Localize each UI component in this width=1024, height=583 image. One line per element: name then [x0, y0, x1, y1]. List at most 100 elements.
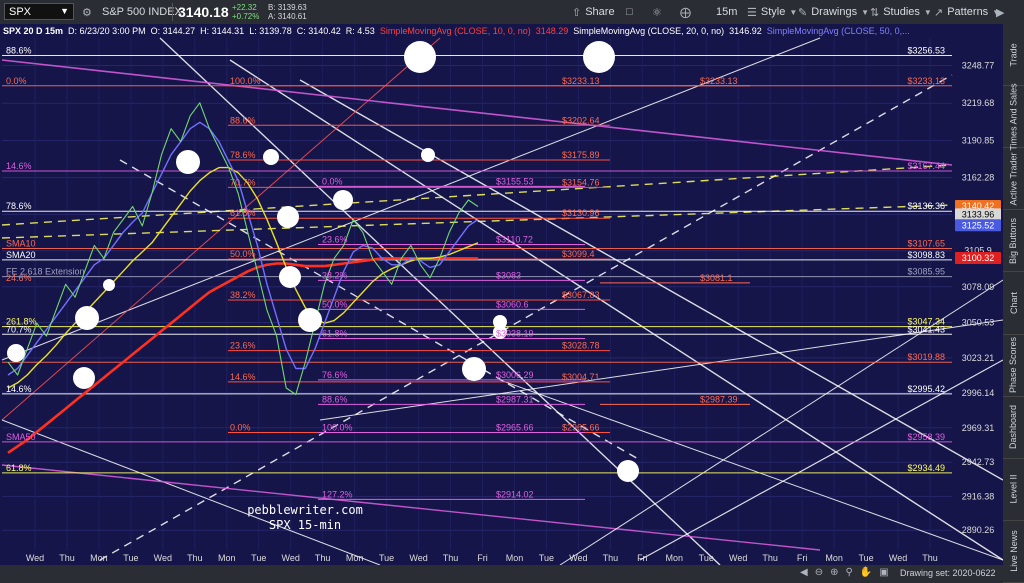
- axis-badges: 3140.423133.963125.523100.32: [955, 199, 1001, 264]
- fib-mid-price: $3175.89: [562, 150, 600, 160]
- annotation-circle: [103, 279, 115, 291]
- annotation-circle: [404, 41, 436, 73]
- sidebar-tab-trade[interactable]: Trade: [1003, 24, 1024, 87]
- extra-price-label: $3233.13: [700, 76, 738, 86]
- sidebar-tab-chart[interactable]: Chart: [1003, 272, 1024, 335]
- y-tick-label: 3248.77: [962, 61, 995, 71]
- fib-mid-label: 100.0%: [230, 76, 261, 86]
- fib-pink-label: 61.8%: [322, 328, 348, 338]
- fib-pink-price: $3155.53: [496, 176, 534, 186]
- annotation-circle: [75, 306, 99, 330]
- fib-pink-price: $3006.29: [496, 370, 534, 380]
- x-tick-label: Wed: [154, 553, 172, 563]
- fib-pink-price: $2914.02: [496, 489, 534, 499]
- bottom-bar: ◀ ⊖ ⊕ ⚲ ✋ ▣ Drawing set: 2020-0622: [0, 565, 1003, 583]
- price-level-label: $3136.36: [907, 201, 945, 211]
- trend-line: [99, 74, 953, 561]
- x-axis: Wed Thu Mon Tue Wed Thu Mon Tue Wed Thu Mon Tue Wed T…: [26, 553, 938, 563]
- fib-pink-price: $3110.72: [496, 234, 533, 244]
- price-level-label: $3167.44: [907, 161, 945, 171]
- x-tick-label: Fri: [637, 553, 648, 563]
- fib-left-label: 24.6%: [6, 273, 32, 283]
- fib-mid-label: 38.2%: [230, 290, 256, 300]
- fib-pink-price: $3038.19: [496, 328, 534, 338]
- fib-mid-price: $3154.76: [562, 177, 600, 187]
- axis-badge-label: 3125.52: [962, 220, 995, 230]
- y-tick-label: 3190.85: [962, 136, 995, 146]
- sidebar-tab-phase-scores[interactable]: Phase Scores: [1003, 335, 1024, 397]
- x-tick-label: Mon: [218, 553, 236, 563]
- trend-line: [119, 159, 641, 461]
- fib-mid-price: $3067.83: [562, 290, 600, 300]
- price-level-label: $3233.13: [907, 76, 945, 86]
- y-tick-label: 3162.28: [962, 173, 995, 183]
- fib-pink-label: 0.0%: [322, 176, 343, 186]
- fib-mid-label: 14.6%: [230, 372, 256, 382]
- x-tick-label: Wed: [409, 553, 427, 563]
- x-tick-label: Thu: [315, 553, 331, 563]
- fib-pink-label: 127.2%: [322, 489, 353, 499]
- sidebar-tab-level-ii[interactable]: Level II: [1003, 459, 1024, 521]
- price-levels: [2, 54, 952, 500]
- sidebar-tab-label: Trade: [1008, 42, 1019, 67]
- x-tick-label: Wed: [282, 553, 300, 563]
- sidebar-tab-active-trader[interactable]: Active Trader: [1003, 148, 1024, 211]
- annotation-circle: [176, 150, 200, 174]
- x-tick-label: Fri: [797, 553, 808, 563]
- fib-pink-label: 76.6%: [322, 370, 348, 380]
- trend-line: [1, 59, 953, 166]
- fib-mid-label: 78.6%: [230, 150, 256, 160]
- lock-icon[interactable]: ▣: [879, 567, 888, 578]
- price-chart[interactable]: $3256.53 $3233.13 $3167.44 $3136.36 $3107.65…: [0, 0, 1003, 565]
- fib-pink-price: $2965.66: [496, 422, 534, 432]
- x-tick-label: Tue: [539, 553, 554, 563]
- hand-icon[interactable]: ✋: [860, 567, 872, 578]
- fib-left-label: SMA10: [6, 238, 36, 248]
- x-tick-label: Tue: [123, 553, 138, 563]
- x-tick-label: Thu: [603, 553, 619, 563]
- y-tick-label: 2916.38: [962, 491, 995, 501]
- zoom-out-icon[interactable]: ⊖: [815, 567, 823, 578]
- x-tick-label: Wed: [729, 553, 747, 563]
- sidebar-tab-label: Phase Scores: [1008, 337, 1019, 394]
- price-level-label: $2995.42: [907, 384, 945, 394]
- sidebar-tab-label: Chart: [1008, 291, 1019, 314]
- sidebar-tab-label: Dashboard: [1008, 405, 1019, 450]
- fib-mid-label: 23.6%: [230, 341, 256, 351]
- drawing-set-label[interactable]: Drawing set: 2020-0622: [900, 568, 996, 578]
- price-level-label: $3098.83: [907, 250, 945, 260]
- fib-mid-label: 61.8%: [230, 208, 256, 218]
- sidebar-tab-label: Big Buttons: [1008, 217, 1019, 264]
- annotation-circle: [617, 460, 639, 482]
- y-tick-label: 2996.14: [962, 388, 995, 398]
- fib-left-label: 78.6%: [6, 201, 32, 211]
- price-level-label: $2934.49: [907, 463, 945, 473]
- trend-line: [1, 464, 821, 551]
- annotation-circle: [462, 357, 486, 381]
- sidebar-tab-big-buttons[interactable]: Big Buttons: [1003, 210, 1024, 273]
- x-tick-label: Tue: [251, 553, 266, 563]
- fib-pink-label: 88.6%: [322, 394, 348, 404]
- fib-mid-price: $3099.4: [562, 249, 595, 259]
- scroll-left-icon[interactable]: ◀: [800, 567, 808, 578]
- sidebar-tab-dashboard[interactable]: Dashboard: [1003, 397, 1024, 459]
- sidebar-tab-times-and-sales[interactable]: Times And Sales: [1003, 83, 1024, 150]
- fib-left-label: SMA20: [6, 250, 36, 260]
- annotation-circle: [333, 190, 353, 210]
- y-tick-label: 2942.73: [962, 457, 995, 467]
- fib-left-label: 0.0%: [6, 76, 27, 86]
- extra-price-label: $2987.39: [700, 394, 738, 404]
- fib-mid-price: $2965.66: [562, 422, 600, 432]
- y-tick-label: 3023.21: [962, 353, 995, 363]
- x-tick-label: Wed: [889, 553, 907, 563]
- x-tick-label: Wed: [26, 553, 44, 563]
- annotation-circle: [583, 41, 615, 73]
- fib-left-label: SMA50: [6, 432, 36, 442]
- price-level-label: $3041.43: [907, 324, 945, 334]
- sidebar-tab-live-news[interactable]: Live News: [1003, 521, 1024, 583]
- zoom-in-icon[interactable]: ⊕: [830, 567, 838, 578]
- y-tick-label: 3078.09: [962, 282, 995, 292]
- axis-badge-label: 3133.96: [962, 209, 995, 219]
- search-icon[interactable]: ⚲: [845, 567, 852, 578]
- fib-mid-price: $3028.78: [562, 341, 600, 351]
